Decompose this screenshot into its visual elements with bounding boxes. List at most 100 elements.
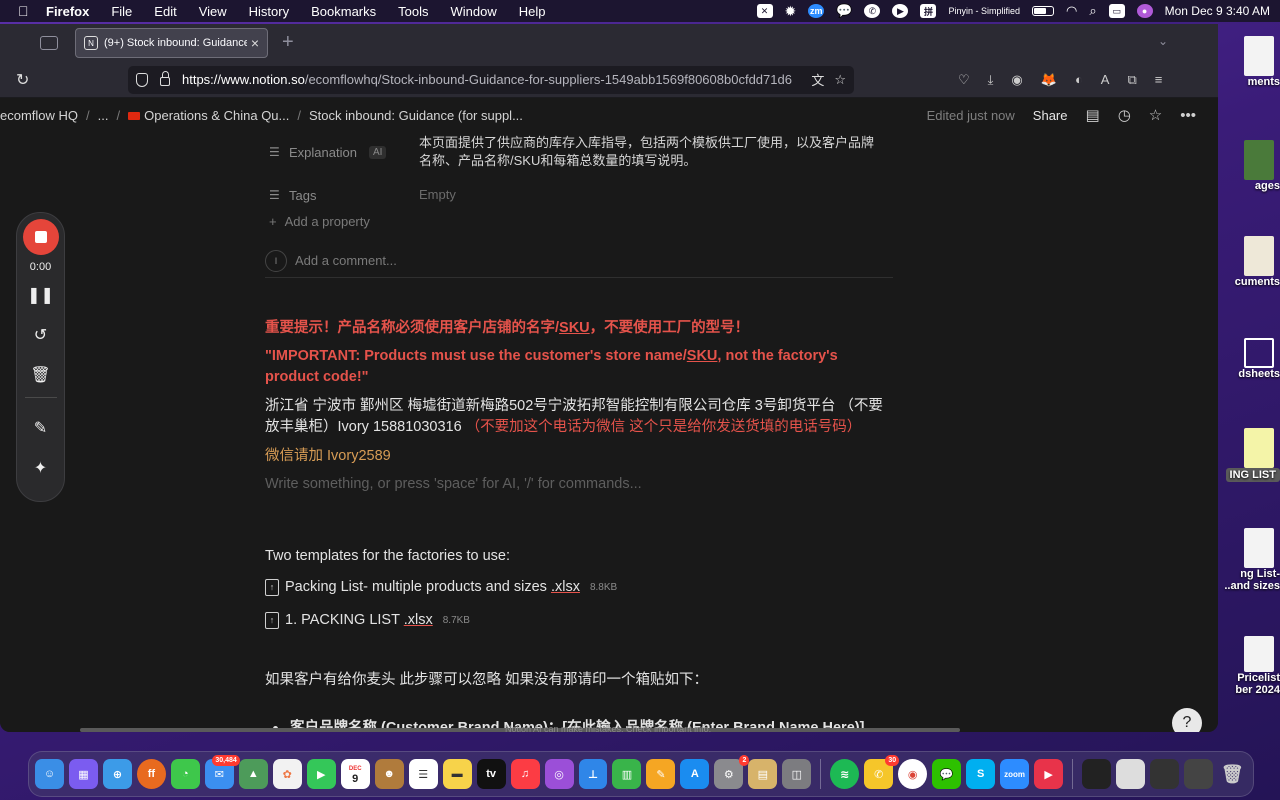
menu-file[interactable]: File — [111, 4, 132, 19]
translate-icon[interactable]: 文 — [811, 70, 824, 89]
firefox-icon[interactable]: ff — [136, 759, 166, 789]
add-property-button[interactable]: + Add a property — [269, 214, 370, 229]
comment-row[interactable]: I Add a comment... — [265, 244, 893, 278]
system-settings-icon[interactable]: ⚙ 2 — [714, 755, 750, 789]
desktop-item[interactable]: ING LIST — [1218, 428, 1280, 482]
breadcrumb-workspace[interactable]: ecomflow HQ — [0, 108, 78, 123]
contacts-icon[interactable]: ☻ — [374, 759, 404, 789]
pinyin-icon[interactable]: 拼 — [920, 4, 937, 18]
wifi-icon[interactable]: ◠ — [1066, 3, 1077, 19]
notes-icon[interactable]: ▬ — [442, 759, 472, 789]
chrome-icon[interactable]: ◉ — [898, 759, 928, 789]
new-tab-icon[interactable]: + — [282, 31, 294, 54]
breadcrumb-parent[interactable]: Operations & China Qu... — [128, 108, 289, 123]
capcut-app-icon[interactable]: ▶ — [1034, 759, 1064, 789]
whatsapp-icon[interactable]: ✆ — [864, 4, 881, 18]
shipping-mark-note[interactable]: 如果客户有给你麦头 此步骤可以忽略 如果没有那请印一个箱贴如下： — [265, 670, 893, 691]
window-thumbnail[interactable] — [1149, 759, 1179, 789]
wechat-icon[interactable]: 💬 — [932, 759, 962, 789]
menu-window[interactable]: Window — [451, 4, 497, 19]
pause-icon[interactable]: ❚❚ — [27, 285, 54, 305]
url-text[interactable]: https://www.notion.so/ecomflowhq/Stock-i… — [182, 72, 801, 87]
menu-history[interactable]: History — [249, 4, 289, 19]
facetime-icon[interactable]: ▶ — [306, 759, 336, 789]
trash-icon[interactable]: 🗑 — [30, 365, 50, 385]
trash-icon[interactable]: 🗑 — [1218, 759, 1247, 789]
search-icon[interactable]: ⌕ — [1089, 3, 1096, 19]
finder-icon[interactable]: ☺ — [35, 759, 64, 789]
breadcrumb-current-page[interactable]: Stock inbound: Guidance (for suppl... — [309, 108, 523, 123]
calendar-icon[interactable]: DEC 9 — [340, 759, 370, 789]
terminal-window-thumbnail[interactable] — [1082, 759, 1111, 789]
desktop-item[interactable]: cuments — [1218, 236, 1280, 288]
bookmark-star-icon[interactable]: ☆ — [834, 72, 846, 88]
tab-list-chevron-icon[interactable]: ⌄ — [1158, 34, 1168, 48]
warning-cn[interactable]: 重要提示！产品名称必须使用客户店铺的名字/SKU，不要使用工厂的型号！ — [265, 318, 893, 339]
help-button[interactable]: ? — [1172, 708, 1202, 732]
photos-icon[interactable]: ✿ — [272, 759, 302, 789]
desktop-item[interactable]: ages — [1218, 140, 1280, 192]
property-tags[interactable]: ☰ Tags Empty — [269, 186, 879, 204]
capcut-icon[interactable]: ✕ — [756, 4, 773, 18]
siri-icon[interactable]: ● — [1136, 4, 1153, 18]
menu-bookmarks[interactable]: Bookmarks — [311, 4, 376, 19]
updates-clock-icon[interactable]: ◷ — [1118, 106, 1131, 124]
menu-tools[interactable]: Tools — [398, 4, 428, 19]
apple-menu-icon[interactable]:  — [18, 4, 32, 18]
more-options-icon[interactable]: ••• — [1180, 107, 1196, 124]
keynote-icon[interactable]: ⊥ — [578, 759, 608, 789]
tab-close-icon[interactable]: × — [251, 35, 259, 51]
metamask-icon[interactable]: 🦊 — [1041, 72, 1057, 88]
extension-purple-icon[interactable]: ◐ — [1075, 72, 1083, 88]
restart-icon[interactable]: ↺ — [34, 325, 47, 345]
pocket-icon[interactable]: ♡ — [958, 72, 970, 88]
numbers-icon[interactable]: ▥ — [612, 759, 642, 789]
menu-edit[interactable]: Edit — [154, 4, 176, 19]
pen-icon[interactable]: ✎ — [34, 418, 47, 438]
desktop-item[interactable]: ng List- ..and sizes — [1218, 528, 1280, 592]
podcasts-icon[interactable]: ◎ — [544, 759, 574, 789]
wechat-contact[interactable]: 微信请加 Ivory2589 — [265, 446, 893, 467]
pages-icon[interactable]: ✎ — [646, 759, 676, 789]
active-tab[interactable]: N (9+) Stock inbound: Guidance ( × — [75, 28, 268, 58]
warehouse-address[interactable]: 浙江省 宁波市 鄞州区 梅墟街道新梅路502号宁波拓邦智能控制有限公司仓库 3号… — [265, 396, 893, 438]
menu-view[interactable]: View — [199, 4, 227, 19]
warning-en[interactable]: "IMPORTANT: Products must use the custom… — [265, 346, 893, 388]
extensions-icon[interactable]: ⧉ — [1127, 72, 1136, 88]
lock-icon[interactable] — [160, 71, 170, 86]
launchpad-icon[interactable]: ▦ — [68, 759, 98, 789]
desktop-item[interactable]: ments — [1218, 36, 1280, 88]
menu-clock[interactable]: Mon Dec 9 3:40 AM — [1165, 4, 1270, 18]
app-store-icon[interactable]: A — [680, 759, 710, 789]
menu-help[interactable]: Help — [519, 4, 546, 19]
reminders-icon[interactable]: ☰ — [408, 759, 438, 789]
property-explanation[interactable]: ☰ Explanation AI 本页面提供了供应商的库存入库指导，包括两个模板… — [269, 134, 879, 170]
messages-icon[interactable]: ◔ — [170, 759, 200, 789]
wechat-work-icon[interactable]: ✆ 30 — [864, 755, 900, 789]
wechat-icon[interactable]: 💬 — [836, 3, 852, 19]
menu-app-name[interactable]: Firefox — [46, 4, 89, 19]
apple-tv-icon[interactable]: tv — [476, 759, 506, 789]
maps-icon[interactable]: ▲ — [238, 759, 268, 789]
spotify-icon[interactable]: ≋ — [830, 759, 860, 789]
safari-icon[interactable]: ⊕ — [102, 759, 132, 789]
share-button[interactable]: Share — [1033, 108, 1068, 123]
downloads-icon[interactable]: ⤓ — [988, 72, 994, 88]
write-placeholder[interactable]: Write something, or press 'space' for AI… — [265, 474, 893, 495]
reload-icon[interactable]: ↻ — [16, 70, 32, 90]
file-attachment[interactable]: ↑ Packing List- multiple products and si… — [265, 577, 893, 598]
firefox-view-icon[interactable] — [40, 36, 58, 50]
comment-placeholder[interactable]: Add a comment... — [295, 253, 397, 268]
skype-icon[interactable]: S — [966, 759, 996, 789]
favorite-star-icon[interactable]: ☆ — [1149, 106, 1162, 124]
window-thumbnail[interactable] — [1183, 759, 1213, 789]
zoom-app-icon[interactable]: zoom — [1000, 759, 1030, 789]
play-icon[interactable]: ▶ — [892, 4, 909, 18]
archive-utility-icon[interactable]: ▤ — [748, 759, 778, 789]
brightness-icon[interactable]: ✹ — [785, 3, 797, 20]
desktop-item[interactable]: Pricelist ber 2024 — [1218, 636, 1280, 696]
zoom-icon[interactable]: zm — [808, 4, 825, 18]
breadcrumb-ellipsis[interactable]: ... — [98, 108, 109, 123]
mail-icon[interactable]: ✉ 30,484 — [204, 755, 240, 789]
property-tags-value[interactable]: Empty — [419, 186, 879, 204]
